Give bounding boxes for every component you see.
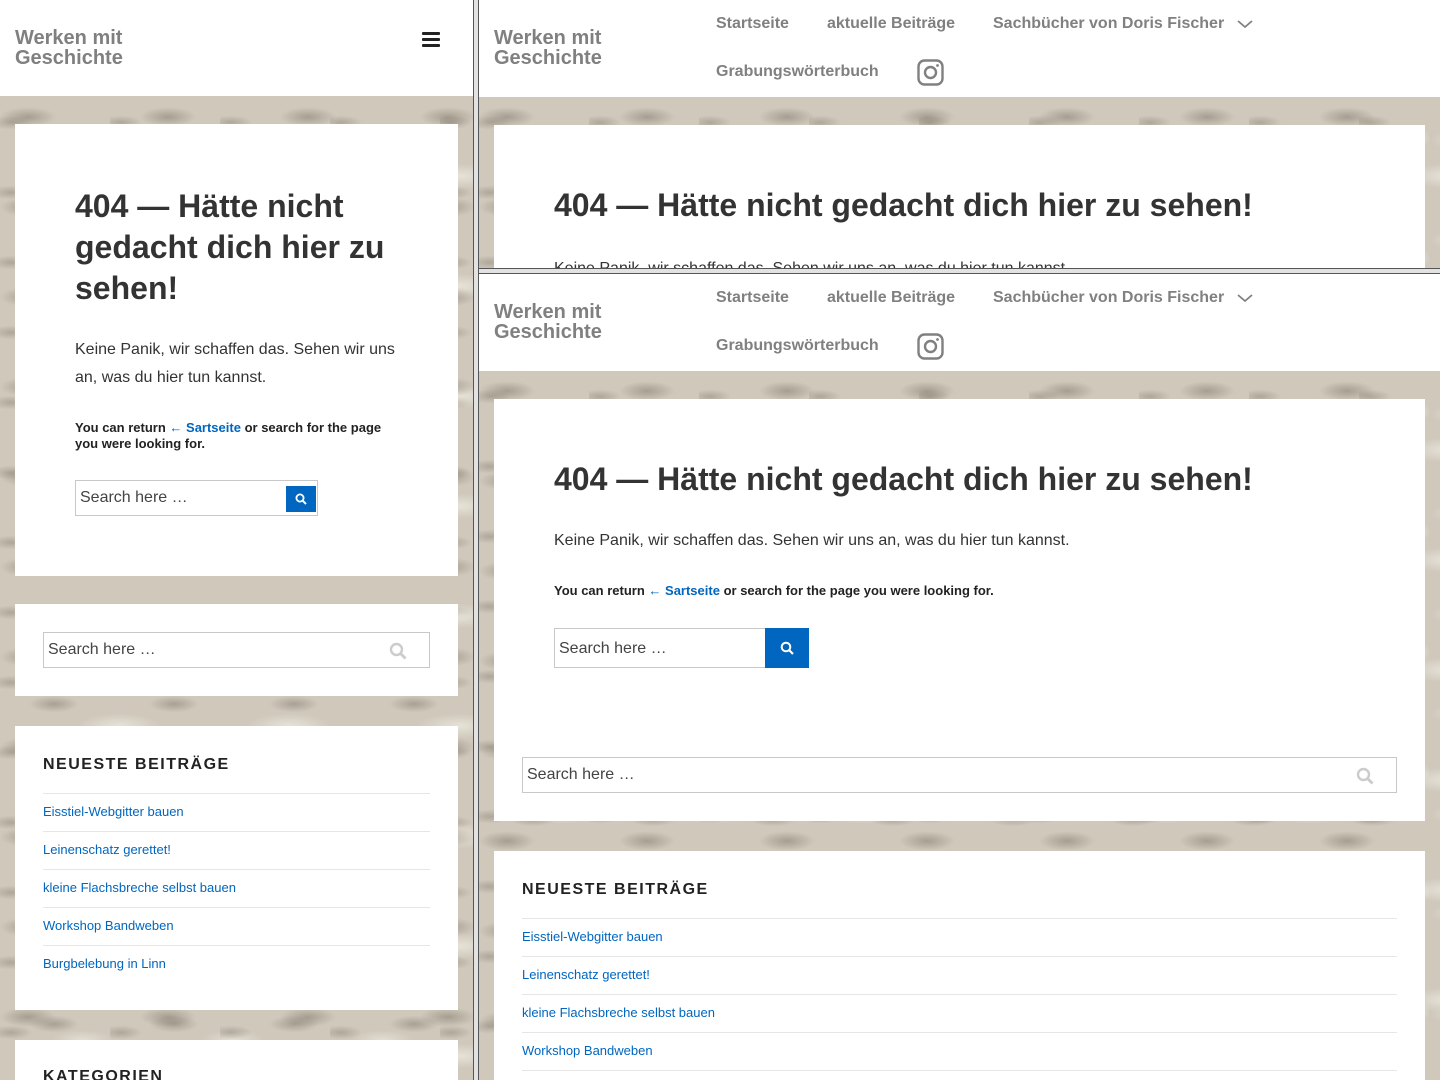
site-header: Werken mit Geschichte Startseite aktuell…: [479, 274, 1440, 371]
site-title[interactable]: Werken mit Geschichte: [15, 28, 165, 68]
search-button[interactable]: [286, 486, 316, 512]
page-title: 404 — Hätte nicht gedacht dich hier zu s…: [554, 187, 1253, 223]
post-link[interactable]: Workshop Bandweben: [43, 918, 174, 933]
post-link[interactable]: Leinenschatz gerettet!: [522, 967, 650, 982]
return-text: You can return ← Sartseite or search for…: [554, 583, 994, 599]
nav-item-sachbuecher[interactable]: Sachbücher von Doris Fischer: [993, 289, 1253, 307]
recent-posts-title: NEUESTE BEITRÄGE: [43, 756, 230, 773]
search-placeholder: Search here …: [48, 641, 156, 658]
error-text: Keine Panik, wir schaffen das. Sehen wir…: [75, 341, 395, 386]
search-widget: Search here …: [15, 604, 458, 696]
list-item: kleine Flachsbreche selbst bauen: [522, 994, 1397, 1032]
search-icon: [295, 493, 307, 505]
post-link[interactable]: Leinenschatz gerettet!: [43, 842, 171, 857]
nav-item-aktuelle-beitraege[interactable]: aktuelle Beiträge: [827, 289, 955, 307]
site-header: Werken mit Geschichte Startseite aktuell…: [479, 0, 1440, 97]
post-link[interactable]: kleine Flachsbreche selbst bauen: [43, 880, 236, 895]
return-suffix: or search for the page you were looking …: [723, 583, 994, 598]
search-input[interactable]: Search here …: [554, 628, 809, 668]
nav-item-label: Sachbücher von Doris Fischer: [993, 289, 1225, 306]
categories-widget: KATEGORIEN: [15, 1040, 458, 1080]
page-title: 404 — Hätte nicht gedacht dich hier zu s…: [75, 188, 385, 306]
nav-item-aktuelle-beitraege[interactable]: aktuelle Beiträge: [827, 15, 955, 33]
list-item: Eisstiel-Webgitter bauen: [522, 918, 1397, 956]
categories-title: KATEGORIEN: [43, 1068, 164, 1080]
right-top-viewport: Werken mit Geschichte Startseite aktuell…: [479, 0, 1440, 268]
recent-posts-widget: NEUESTE BEITRÄGE Eisstiel-Webgitter baue…: [494, 851, 1425, 1080]
post-link[interactable]: Eisstiel-Webgitter bauen: [522, 929, 663, 944]
list-item: Burgbelebung in Linn: [522, 1070, 1397, 1080]
search-icon[interactable]: [389, 642, 407, 660]
post-link[interactable]: Burgbelebung in Linn: [43, 956, 166, 971]
list-item: Workshop Bandweben: [522, 1032, 1397, 1070]
error-text: Keine Panik, wir schaffen das. Sehen wir…: [554, 255, 1070, 268]
nav-item-startseite[interactable]: Startseite: [716, 289, 789, 307]
search-placeholder: Search here …: [559, 640, 667, 657]
return-text: You can return ← Sartseite or search for…: [75, 420, 395, 452]
post-link[interactable]: Eisstiel-Webgitter bauen: [43, 804, 184, 819]
instagram-icon[interactable]: [917, 333, 944, 360]
search-input[interactable]: Search here …: [75, 480, 318, 516]
nav-item-grabungswoerterbuch[interactable]: Grabungswörterbuch: [716, 337, 879, 355]
sidebar-search-input[interactable]: Search here …: [43, 632, 430, 668]
nav-item-sachbuecher[interactable]: Sachbücher von Doris Fischer: [993, 15, 1253, 33]
error-text: Keine Panik, wir schaffen das. Sehen wir…: [554, 532, 1070, 549]
sidebar-search-input[interactable]: Search here …: [522, 757, 1397, 793]
search-button[interactable]: [765, 628, 809, 668]
post-link[interactable]: Workshop Bandweben: [522, 1043, 653, 1058]
chevron-down-icon: [1237, 294, 1253, 302]
list-item: Eisstiel-Webgitter bauen: [43, 793, 430, 831]
site-header: Werken mit Geschichte: [0, 0, 473, 96]
error-card: 404 — Hätte nicht gedacht dich hier zu s…: [15, 124, 458, 576]
list-item: Leinenschatz gerettet!: [522, 956, 1397, 994]
nav-item-startseite[interactable]: Startseite: [716, 15, 789, 33]
error-card: 404 — Hätte nicht gedacht dich hier zu s…: [494, 125, 1425, 268]
home-link[interactable]: ← Sartseite: [648, 583, 720, 598]
nav-item-grabungswoerterbuch[interactable]: Grabungswörterbuch: [716, 63, 879, 81]
recent-posts-list: Eisstiel-Webgitter bauen Leinenschatz ge…: [43, 793, 430, 983]
recent-posts-list: Eisstiel-Webgitter bauen Leinenschatz ge…: [522, 918, 1397, 1080]
list-item: Workshop Bandweben: [43, 907, 430, 945]
chevron-down-icon: [1237, 20, 1253, 28]
site-title[interactable]: Werken mit Geschichte: [494, 28, 644, 68]
return-prefix: You can return: [75, 420, 166, 435]
recent-posts-title: NEUESTE BEITRÄGE: [522, 881, 709, 898]
list-item: Burgbelebung in Linn: [43, 945, 430, 983]
list-item: kleine Flachsbreche selbst bauen: [43, 869, 430, 907]
search-placeholder: Search here …: [527, 766, 635, 783]
search-icon: [780, 641, 794, 655]
instagram-icon[interactable]: [917, 59, 944, 86]
hamburger-menu-icon[interactable]: [422, 31, 440, 47]
home-link[interactable]: ← Sartseite: [169, 420, 241, 435]
recent-posts-widget: NEUESTE BEITRÄGE Eisstiel-Webgitter baue…: [15, 726, 458, 1010]
list-item: Leinenschatz gerettet!: [43, 831, 430, 869]
left-viewport: Werken mit Geschichte 404 — Hätte nicht …: [0, 0, 473, 1080]
nav-item-label: Sachbücher von Doris Fischer: [993, 15, 1225, 32]
site-title[interactable]: Werken mit Geschichte: [494, 302, 644, 342]
page-title: 404 — Hätte nicht gedacht dich hier zu s…: [554, 461, 1253, 497]
return-prefix: You can return: [554, 583, 645, 598]
right-bottom-viewport: Werken mit Geschichte Startseite aktuell…: [479, 274, 1440, 1080]
search-icon[interactable]: [1356, 767, 1374, 785]
search-placeholder: Search here …: [80, 489, 188, 506]
error-card: 404 — Hätte nicht gedacht dich hier zu s…: [494, 399, 1425, 821]
post-link[interactable]: kleine Flachsbreche selbst bauen: [522, 1005, 715, 1020]
